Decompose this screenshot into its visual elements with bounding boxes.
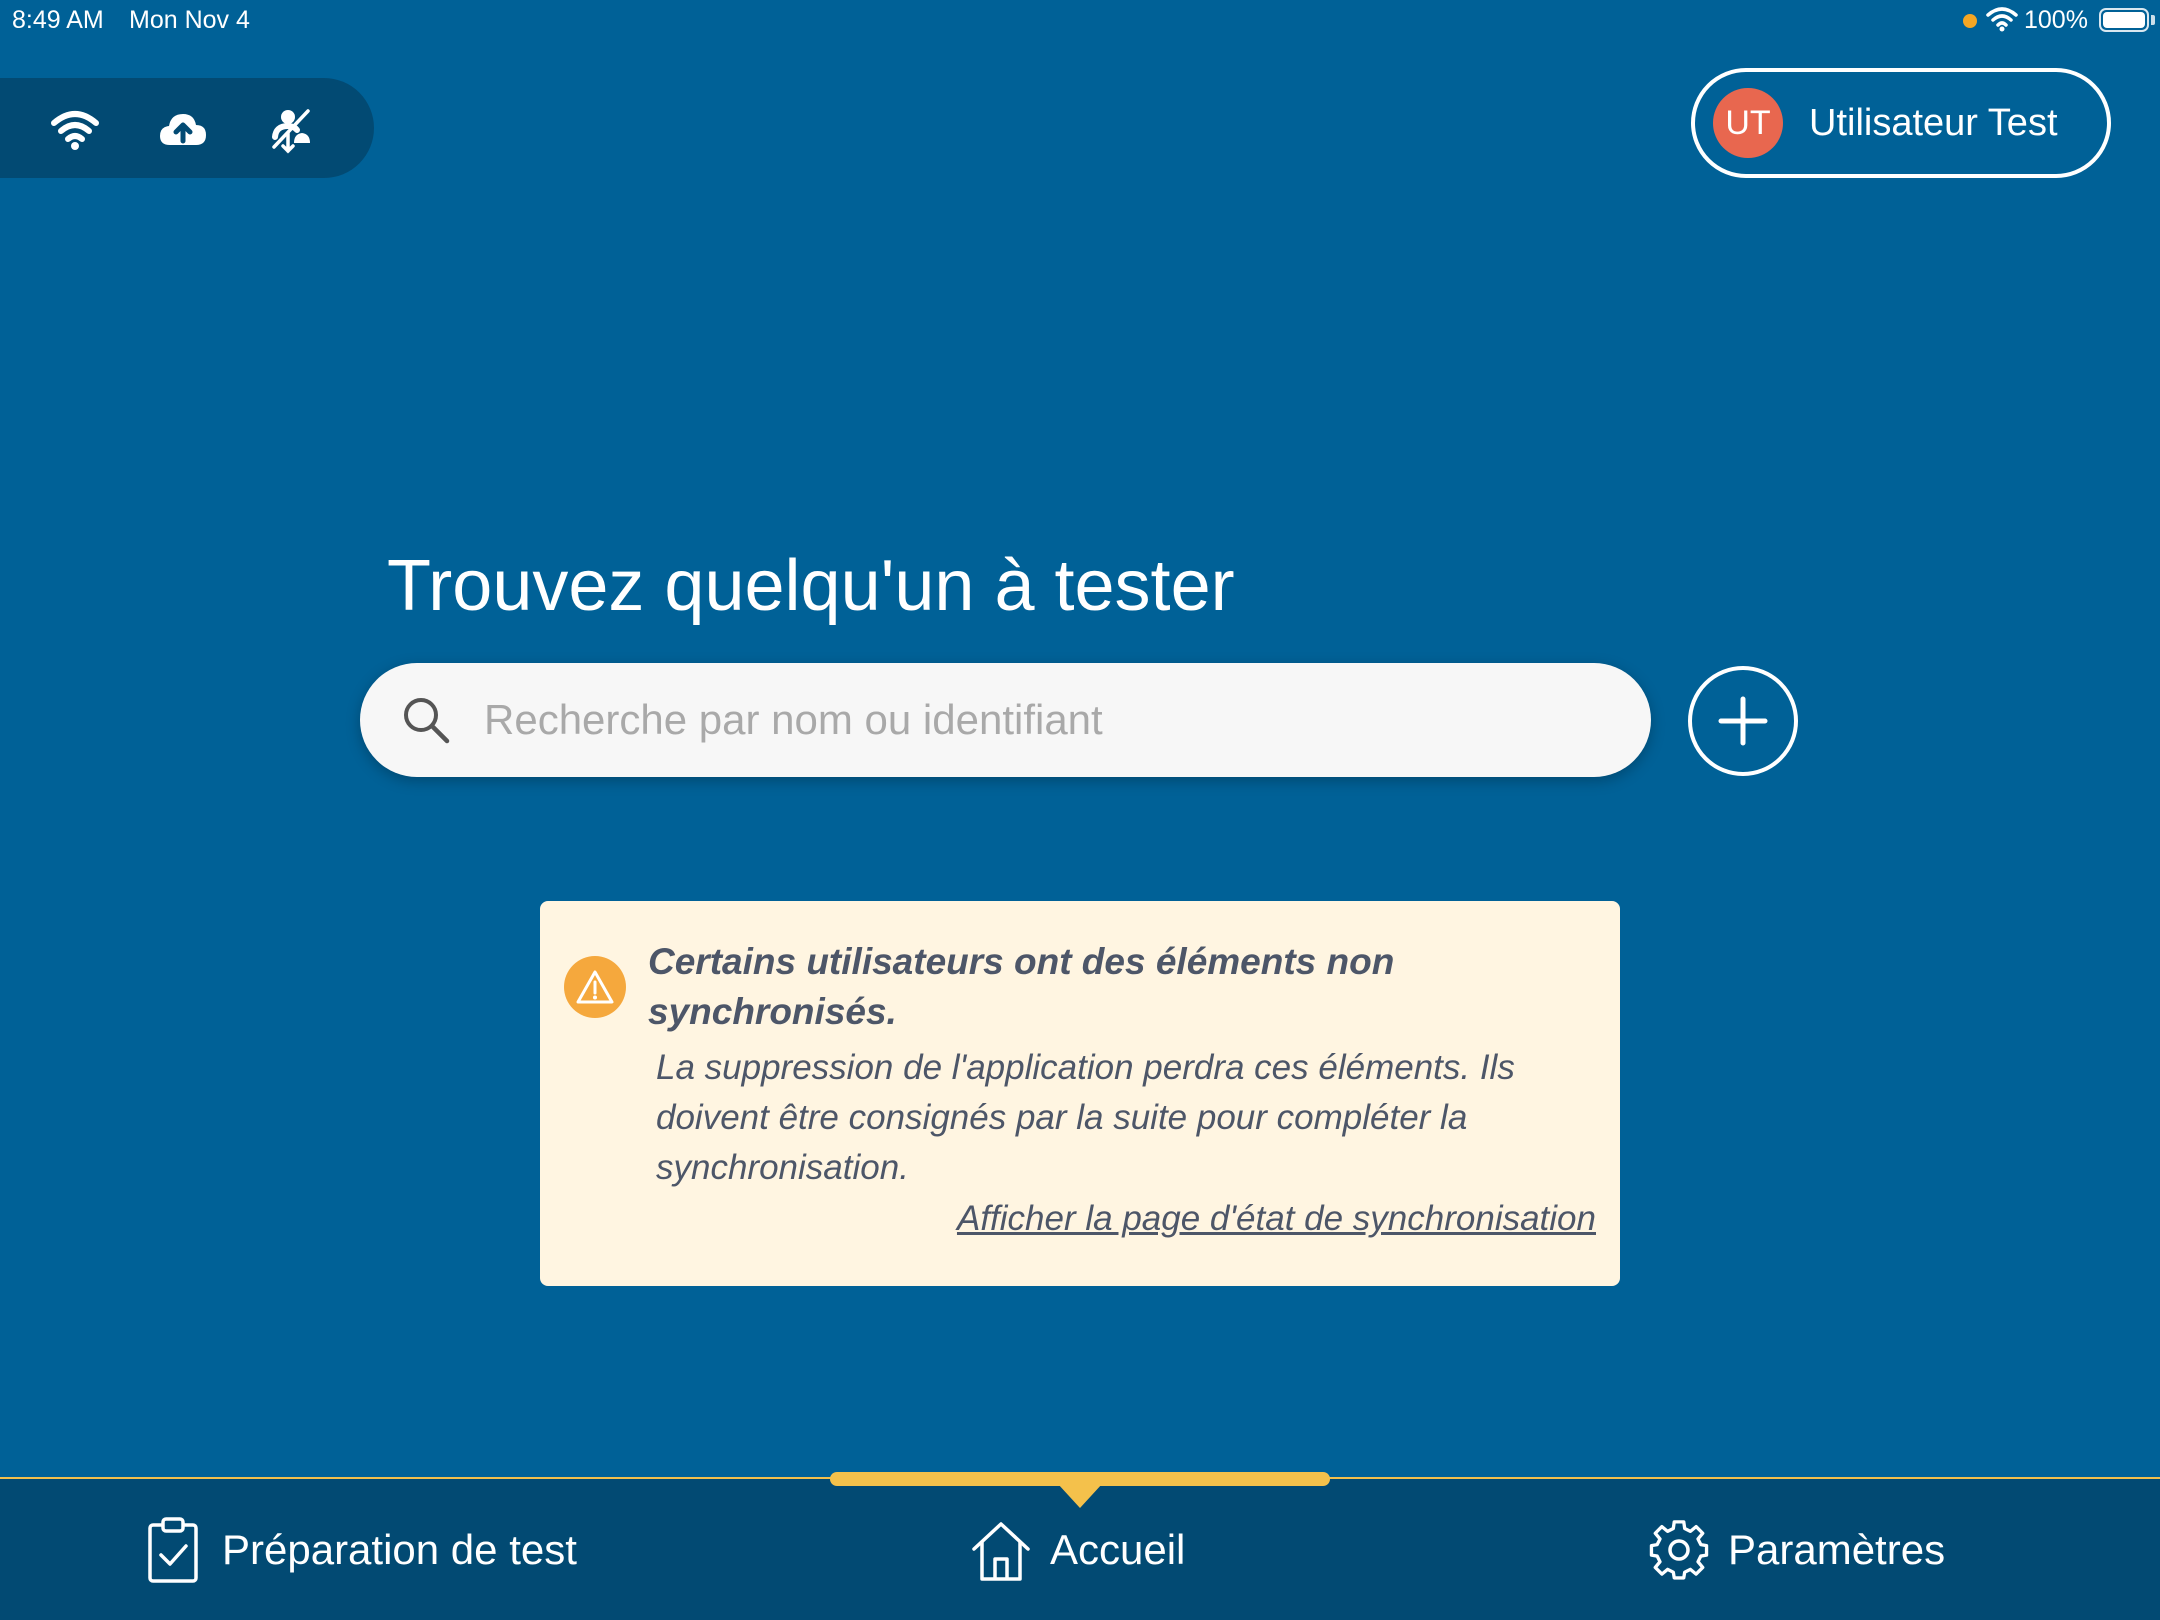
page-title: Trouvez quelqu'un à tester [387, 546, 1235, 626]
plus-icon [1718, 696, 1768, 746]
warning-icon [564, 956, 626, 1018]
search-input[interactable] [484, 663, 1604, 777]
wifi-icon [1986, 7, 2018, 32]
tab-home[interactable]: Accueil [970, 1510, 1185, 1590]
status-bar: 8:49 AM Mon Nov 4 100% [0, 0, 2160, 40]
connectivity-bar [0, 78, 374, 178]
status-date: Mon Nov 4 [129, 6, 250, 34]
search-bar[interactable] [360, 663, 1651, 777]
tab-label: Paramètres [1728, 1526, 1946, 1573]
add-person-button[interactable] [1688, 666, 1798, 776]
status-time: 8:49 AM [12, 6, 104, 34]
battery-percent: 100% [2024, 6, 2088, 34]
tab-label: Préparation de test [222, 1526, 577, 1573]
warning-title: Certains utilisateurs ont des éléments n… [648, 941, 1395, 1032]
tab-test-preparation[interactable]: Préparation de test [142, 1510, 577, 1590]
wifi-icon[interactable] [48, 103, 102, 157]
unsynced-warning-card: Certains utilisateurs ont des éléments n… [540, 901, 1620, 1286]
battery-tip [2151, 15, 2155, 25]
search-icon [404, 698, 450, 744]
warning-body: La suppression de l'application perdra c… [656, 1048, 1515, 1187]
cloud-upload-icon[interactable] [156, 103, 210, 157]
home-icon [972, 1522, 1030, 1581]
battery-icon [2099, 8, 2149, 32]
tab-label: Accueil [1050, 1526, 1186, 1573]
clipboard-check-icon [148, 1517, 198, 1583]
user-name: Utilisateur Test [1809, 102, 2058, 144]
sync-status-link[interactable]: Afficher la page d'état de synchronisati… [957, 1199, 1596, 1239]
avatar: UT [1713, 88, 1783, 158]
gear-icon [1649, 1520, 1709, 1580]
orange-dot-icon [1963, 14, 1977, 28]
active-tab-pointer [1058, 1484, 1102, 1508]
user-profile-button[interactable]: UT Utilisateur Test [1691, 68, 2111, 178]
tab-settings[interactable]: Paramètres [1648, 1510, 1945, 1590]
sync-disabled-icon[interactable] [264, 103, 318, 157]
